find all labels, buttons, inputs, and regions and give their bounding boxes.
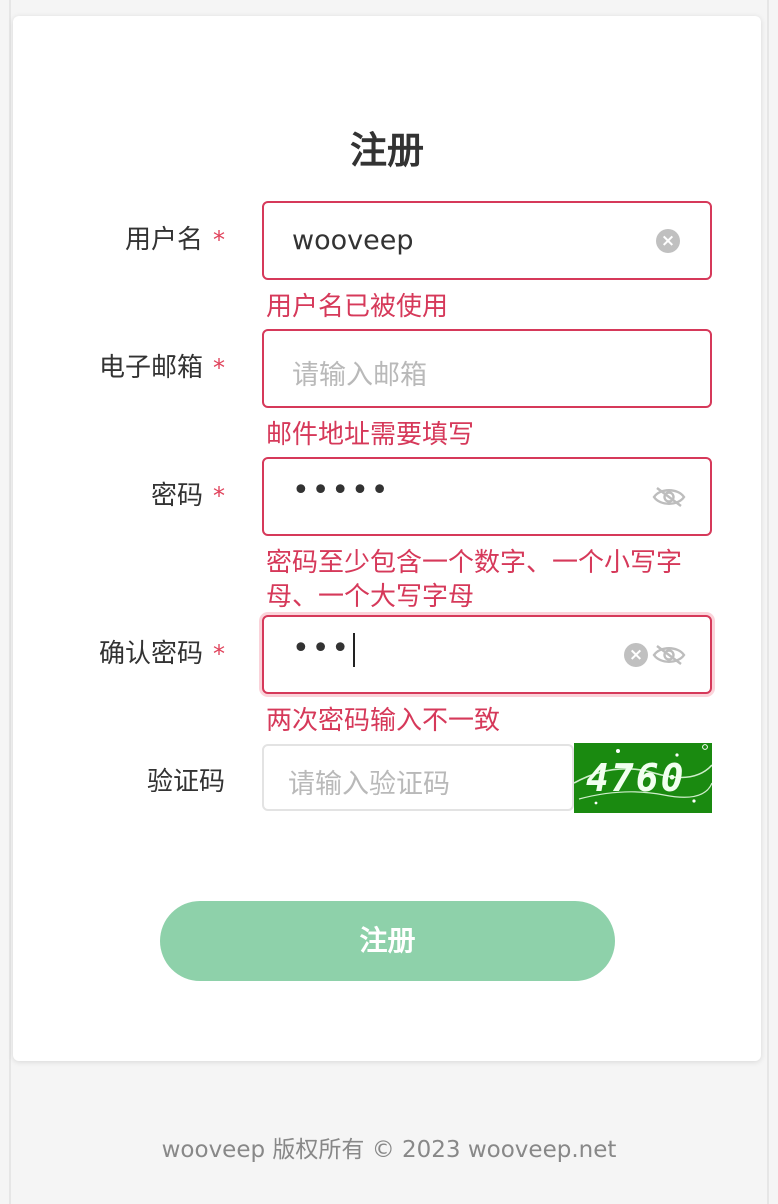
captcha-label-text: 验证码 (146, 767, 225, 797)
password-field[interactable]: ••••• (262, 457, 712, 536)
password-value: ••••• (292, 473, 391, 508)
eye-off-icon[interactable] (652, 485, 686, 509)
footer-copyright: wooveep 版权所有 © 2023 wooveep.net (161, 1137, 617, 1163)
email-error: 邮件地址需要填写 (266, 420, 475, 450)
email-label-text: 电子邮箱 (98, 353, 203, 383)
username-label: 用户名 * (125, 219, 225, 256)
text-caret (353, 632, 356, 667)
email-placeholder: 请输入邮箱 (292, 360, 427, 391)
required-mark: * (213, 354, 225, 382)
eye-off-icon[interactable] (652, 643, 686, 667)
page-title: 注册 (350, 129, 424, 172)
captcha-image[interactable]: 4760 (574, 743, 712, 813)
register-button[interactable]: 注册 (160, 901, 615, 981)
username-field[interactable]: wooveep × (262, 201, 712, 280)
clear-icon[interactable]: × (624, 643, 648, 667)
confirm-password-field[interactable]: ••• × (262, 615, 712, 694)
email-label: 电子邮箱 * (99, 347, 225, 384)
page-edge-left (9, 0, 11, 1204)
email-field[interactable]: 请输入邮箱 (262, 329, 712, 408)
password-label-text: 密码 (150, 481, 203, 511)
captcha-placeholder: 请输入验证码 (288, 769, 450, 800)
page-edge-right (767, 0, 769, 1204)
register-card: 注册 用户名 * wooveep × 用户名已被使用 电子邮箱 * 请输入邮箱 邮件… (13, 16, 761, 1061)
captcha-label: 验证码 (147, 761, 225, 798)
username-label-text: 用户名 (124, 225, 203, 255)
required-mark: * (213, 482, 225, 510)
confirm-password-value: ••• (292, 631, 356, 667)
confirm-password-error: 两次密码输入不一致 (266, 706, 501, 736)
captcha-noise: 4760 (574, 744, 712, 805)
captcha-text: 4760 (586, 756, 686, 800)
confirm-password-dots: ••• (292, 631, 352, 666)
clear-icon[interactable]: × (656, 229, 680, 253)
username-value: wooveep (292, 225, 414, 256)
confirm-password-label-text: 确认密码 (98, 639, 203, 669)
password-error: 密码至少包含一个数字、一个小写字母、一个大写字母 (266, 548, 683, 612)
required-mark: * (213, 226, 225, 254)
captcha-field[interactable]: 请输入验证码 (262, 744, 574, 811)
username-error: 用户名已被使用 (266, 292, 449, 322)
confirm-password-label: 确认密码 * (99, 633, 225, 670)
required-mark: * (213, 640, 225, 668)
password-label: 密码 * (151, 475, 225, 512)
